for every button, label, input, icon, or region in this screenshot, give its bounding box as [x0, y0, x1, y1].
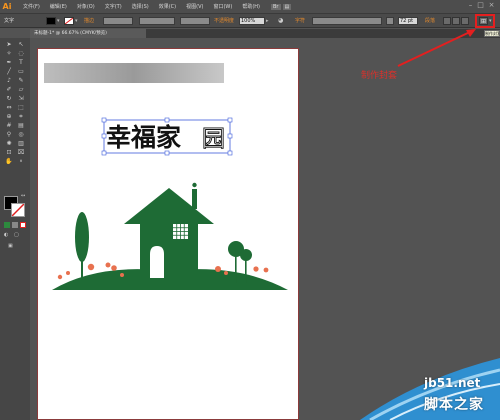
menu-object[interactable]: 对象(O)	[72, 3, 100, 10]
menu-window[interactable]: 窗口(W)	[208, 3, 237, 10]
bridge-icon[interactable]: Br	[271, 3, 281, 10]
envelope-highlight-box	[475, 14, 495, 28]
artboard-tool-icon[interactable]: ⊡	[3, 148, 15, 157]
variable-width-field[interactable]	[139, 17, 175, 25]
paragraph-label[interactable]: 段落	[425, 17, 435, 25]
control-bar: 文字 ▾ ▾ 描边 不透明度 100% ▸ ◕ 字符 72 pt 段落 ⊞ ▾	[0, 13, 500, 28]
menu-type[interactable]: 文字(T)	[100, 3, 127, 10]
direct-selection-tool-icon[interactable]: ↖	[15, 40, 27, 49]
menu-effect[interactable]: 效果(C)	[154, 3, 181, 10]
title-outline-text: 园	[202, 126, 225, 152]
no-stroke-indicator-icon	[12, 204, 24, 216]
brush-field[interactable]	[180, 17, 210, 25]
font-size-field[interactable]: 72 pt	[398, 17, 418, 25]
house-door	[150, 246, 164, 278]
minimize-icon[interactable]: –	[466, 1, 475, 9]
color-mode-icon[interactable]	[4, 222, 10, 228]
menu-help[interactable]: 帮助(H)	[237, 3, 265, 10]
line-tool-icon[interactable]: ╱	[3, 67, 15, 76]
chimney-smoke	[192, 182, 197, 188]
align-right-icon[interactable]	[461, 17, 469, 25]
eraser-tool-icon[interactable]: ▱	[15, 85, 27, 94]
pen-tool-icon[interactable]: ✒	[3, 58, 15, 67]
draw-mode-icon[interactable]: ◐	[4, 232, 12, 239]
pencil-tool-icon[interactable]: ✎	[15, 76, 27, 85]
grey-banner	[44, 63, 224, 83]
watermark-site: jb51.net	[424, 376, 481, 390]
no-stroke-icon	[65, 18, 73, 24]
paintbrush-tool-icon[interactable]: ♪	[3, 76, 15, 85]
annotation-label: 制作封套	[361, 71, 398, 81]
artboard[interactable]: 幸福家 园	[37, 48, 299, 420]
type-tool-icon[interactable]: T	[15, 58, 27, 67]
stroke-label[interactable]: 描边	[84, 17, 94, 25]
opacity-dropdown-icon[interactable]: ▸	[266, 17, 270, 25]
tool-name-label: 文字	[4, 18, 15, 24]
magic-wand-tool-icon[interactable]: ✧	[3, 49, 15, 58]
app-logo: Ai	[2, 2, 12, 11]
scale-tool-icon[interactable]: ⇲	[15, 94, 27, 103]
menu-file[interactable]: 文件(F)	[18, 3, 45, 10]
font-style-field[interactable]	[386, 17, 394, 25]
screen-mode-toggle-icon[interactable]: ▣	[8, 243, 18, 250]
eyedropper-tool-icon[interactable]: ⚲	[3, 130, 15, 139]
stroke-color-swatch[interactable]	[64, 17, 74, 25]
width-tool-icon[interactable]: ⇔	[3, 103, 15, 112]
blob-brush-tool-icon[interactable]: ✐	[3, 85, 15, 94]
workspace-icon[interactable]: ▤	[282, 3, 292, 10]
lasso-tool-icon[interactable]: ◌	[15, 49, 27, 58]
blend-tool-icon[interactable]: ◎	[15, 130, 27, 139]
shape-builder-tool-icon[interactable]: ⊕	[3, 112, 15, 121]
stroke-dropdown-icon[interactable]: ▾	[75, 17, 79, 25]
perspective-grid-tool-icon[interactable]: ⌗	[15, 112, 27, 121]
title-bold-text: 幸福家	[106, 123, 181, 152]
restore-icon[interactable]: □	[476, 1, 485, 9]
stroke-swatch[interactable]	[11, 203, 25, 217]
house-roof	[124, 188, 214, 224]
menu-edit[interactable]: 编辑(E)	[45, 3, 72, 10]
symbol-sprayer-tool-icon[interactable]: ✺	[3, 139, 15, 148]
menu-select[interactable]: 选择(S)	[127, 3, 154, 10]
document-tab[interactable]: 未标题-1* @ 66.67% (CMYK/预览)	[30, 29, 146, 38]
recolor-icon[interactable]: ◕	[278, 17, 286, 25]
document-tab-bar: 未标题-1* @ 66.67% (CMYK/预览)	[30, 29, 500, 38]
house-body	[140, 216, 198, 278]
selection-tool-icon[interactable]: ➤	[3, 40, 15, 49]
character-label[interactable]: 字符	[295, 17, 305, 25]
slice-tool-icon[interactable]: ⌧	[15, 148, 27, 157]
opacity-field[interactable]: 100%	[239, 17, 265, 25]
tall-tree	[75, 212, 89, 284]
align-left-icon[interactable]	[443, 17, 451, 25]
none-mode-icon[interactable]	[20, 222, 26, 228]
menu-bar: Ai 文件(F) 编辑(E) 对象(O) 文字(T) 选择(S) 效果(C) 视…	[0, 0, 500, 13]
opacity-label[interactable]: 不透明度	[214, 17, 234, 25]
align-center-icon[interactable]	[452, 17, 460, 25]
fill-dropdown-icon[interactable]: ▾	[57, 17, 61, 25]
tools-panel: ➤ ↖ ✧ ◌ ✒ T ╱ ▭ ♪ ✎ ✐ ▱ ↻ ⇲ ⇔ ⬚ ⊕ ⌗ # ▤ …	[0, 38, 30, 420]
font-family-field[interactable]	[312, 17, 382, 25]
free-transform-tool-icon[interactable]: ⬚	[15, 103, 27, 112]
mesh-tool-icon[interactable]: #	[3, 121, 15, 130]
watermark-name: 脚本之家	[424, 397, 484, 413]
graph-tool-icon[interactable]: ▥	[15, 139, 27, 148]
envelope-tooltip: 制作封套	[484, 30, 500, 37]
gradient-tool-icon[interactable]: ▤	[15, 121, 27, 130]
hand-tool-icon[interactable]: ✋	[3, 157, 15, 166]
house-chimney	[192, 189, 197, 209]
screen-mode-icon[interactable]: ▢	[14, 232, 22, 239]
gradient-mode-icon[interactable]	[12, 222, 18, 228]
stroke-weight-field[interactable]	[103, 17, 133, 25]
rotate-tool-icon[interactable]: ↻	[3, 94, 15, 103]
fill-color-swatch[interactable]	[46, 17, 56, 25]
artwork: 幸福家 园	[44, 63, 288, 290]
close-icon[interactable]: ×	[487, 1, 496, 9]
zoom-tool-icon[interactable]: ⚬	[15, 157, 27, 166]
rectangle-tool-icon[interactable]: ▭	[15, 67, 27, 76]
swap-fill-stroke-icon[interactable]: ↔	[21, 193, 27, 199]
house-window	[173, 224, 188, 239]
menu-view[interactable]: 视图(V)	[181, 3, 208, 10]
